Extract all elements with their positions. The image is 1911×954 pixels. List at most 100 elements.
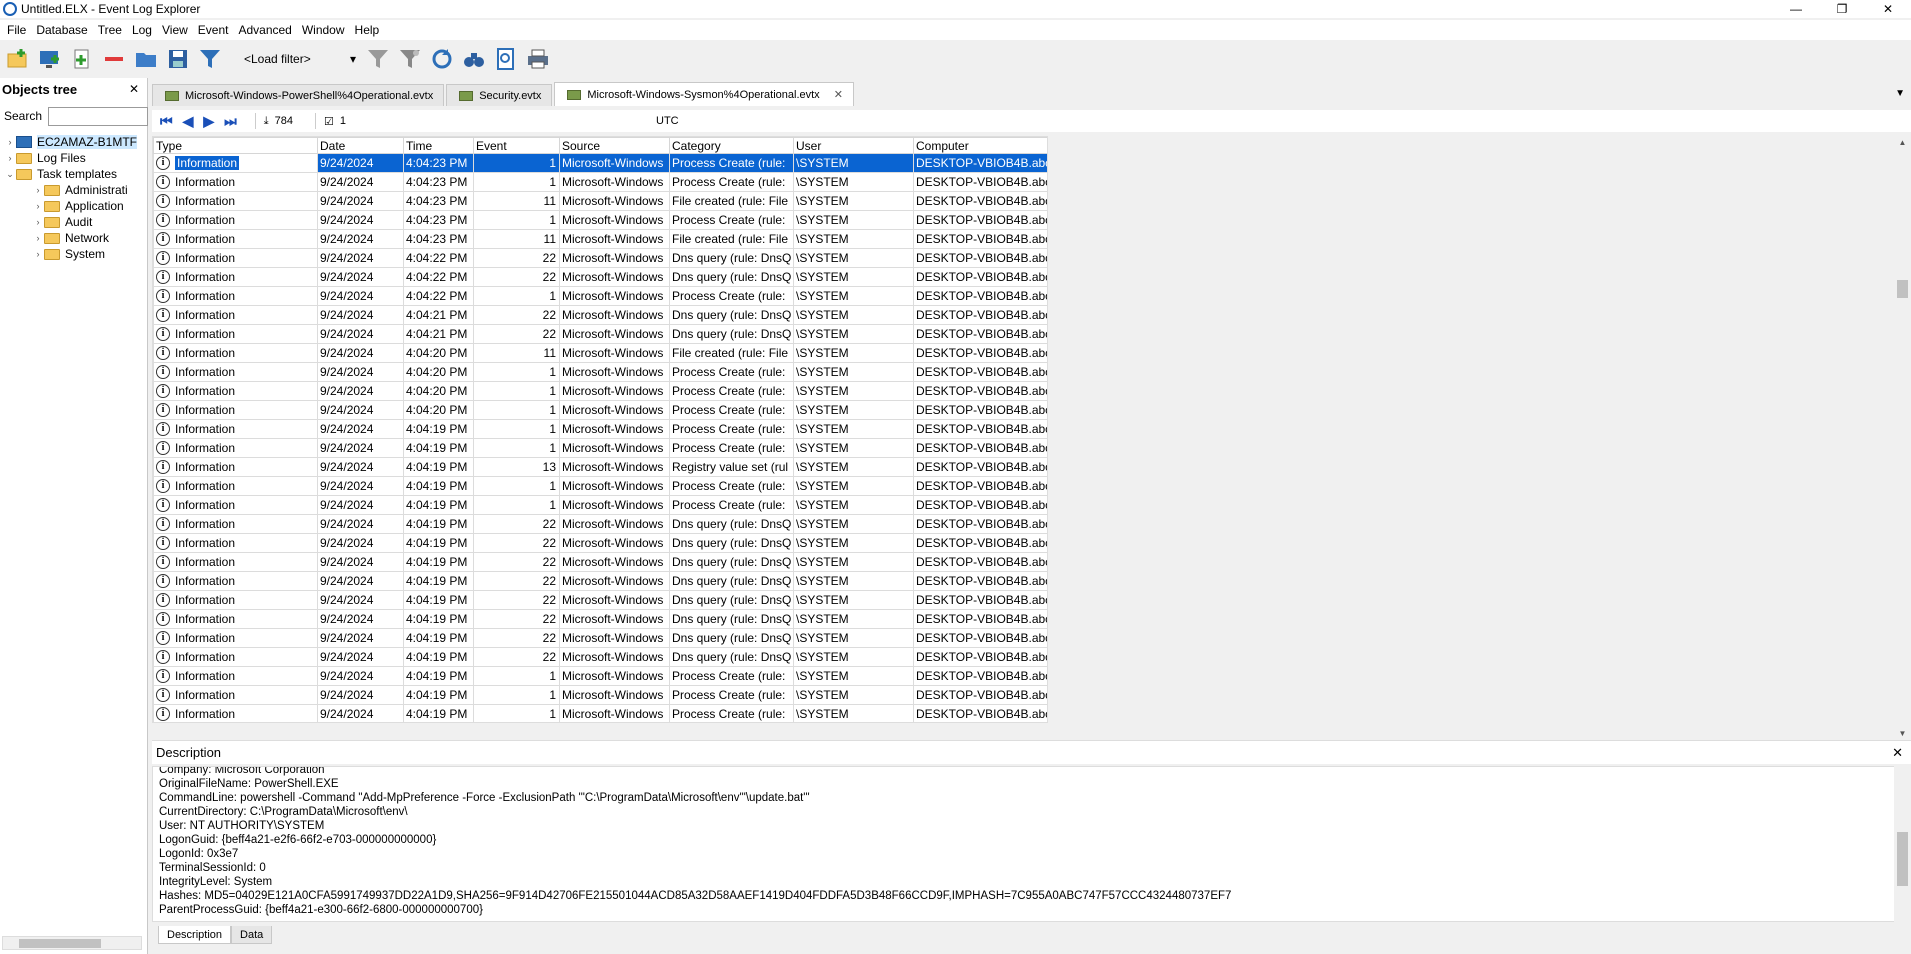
filter-clear-icon[interactable] bbox=[366, 47, 390, 71]
table-row[interactable]: i Information 9/24/2024 4:04:22 PM 22 Microso… bbox=[153, 267, 1047, 287]
expand-arrow-icon[interactable]: › bbox=[32, 233, 44, 243]
close-tab-icon[interactable]: ✕ bbox=[834, 88, 843, 101]
column-time[interactable]: Time bbox=[403, 137, 474, 154]
search-input[interactable] bbox=[48, 106, 149, 126]
tab-description[interactable]: Description bbox=[158, 926, 232, 944]
filter-icon[interactable] bbox=[198, 47, 222, 71]
column-computer[interactable]: Computer bbox=[913, 137, 1047, 154]
table-row[interactable]: i Information 9/24/2024 4:04:19 PM 22 Microso… bbox=[153, 628, 1047, 648]
print-icon[interactable] bbox=[526, 47, 550, 71]
open-folder-icon[interactable] bbox=[134, 47, 158, 71]
menu-help[interactable]: Help bbox=[350, 23, 385, 37]
tree-node-task-templates[interactable]: ⌄ Task templates bbox=[0, 166, 147, 182]
table-row[interactable]: i Information 9/24/2024 4:04:23 PM 11 Microso… bbox=[153, 229, 1047, 249]
menu-advanced[interactable]: Advanced bbox=[233, 23, 296, 37]
add-item-icon[interactable] bbox=[70, 47, 94, 71]
tab-security-log[interactable]: Security.evtx bbox=[446, 84, 553, 106]
add-computer-icon[interactable] bbox=[38, 47, 62, 71]
tree-node-network[interactable]: › Network bbox=[0, 230, 147, 246]
tree-node-log-files[interactable]: › Log Files bbox=[0, 150, 147, 166]
table-row[interactable]: i Information 9/24/2024 4:04:19 PM 22 Microso… bbox=[153, 609, 1047, 629]
filter-options-icon[interactable] bbox=[398, 47, 422, 71]
table-row[interactable]: i Information 9/24/2024 4:04:20 PM 1 Microsof… bbox=[153, 381, 1047, 401]
tree-node-audit[interactable]: › Audit bbox=[0, 214, 147, 230]
table-row[interactable]: i Information 9/24/2024 4:04:19 PM 22 Microso… bbox=[153, 571, 1047, 591]
column-category[interactable]: Category bbox=[669, 137, 794, 154]
cell-type: i Information bbox=[153, 400, 318, 420]
menu-view[interactable]: View bbox=[157, 23, 193, 37]
tree-horizontal-scrollbar[interactable] bbox=[2, 936, 142, 950]
grid-vertical-scrollbar[interactable]: ▲ ▼ bbox=[1894, 136, 1911, 740]
cell-user: \SYSTEM bbox=[793, 229, 914, 249]
binoculars-icon[interactable] bbox=[462, 47, 486, 71]
new-folder-icon[interactable] bbox=[6, 47, 30, 71]
table-row[interactable]: i Information 9/24/2024 4:04:19 PM 22 Microso… bbox=[153, 590, 1047, 610]
remove-icon[interactable] bbox=[102, 47, 126, 71]
column-source[interactable]: Source bbox=[559, 137, 670, 154]
table-row[interactable]: i Information 9/24/2024 4:04:19 PM 1 Microsof… bbox=[153, 666, 1047, 686]
close-window-button[interactable]: ✕ bbox=[1865, 0, 1911, 18]
tree-node-system[interactable]: › System bbox=[0, 246, 147, 262]
first-record-icon[interactable]: ⏮ bbox=[160, 113, 173, 130]
menu-file[interactable]: File bbox=[2, 23, 31, 37]
tree-node-computer[interactable]: › EC2AMAZ-B1MTF bbox=[0, 134, 147, 150]
table-row[interactable]: i Information 9/24/2024 4:04:23 PM 1 Microsof… bbox=[153, 210, 1047, 230]
menu-database[interactable]: Database bbox=[31, 23, 92, 37]
table-row[interactable]: i Information 9/24/2024 4:04:23 PM 11 Microso… bbox=[153, 191, 1047, 211]
table-row[interactable]: i Information 9/24/2024 4:04:23 PM 1 Microsof… bbox=[153, 172, 1047, 192]
table-row[interactable]: i Information 9/24/2024 4:04:22 PM 1 Microsof… bbox=[153, 286, 1047, 306]
column-user[interactable]: User bbox=[793, 137, 914, 154]
tree-node-administrative[interactable]: › Administrati bbox=[0, 182, 147, 198]
expand-arrow-icon[interactable]: › bbox=[4, 137, 16, 147]
table-row[interactable]: i Information 9/24/2024 4:04:20 PM 11 Microso… bbox=[153, 343, 1047, 363]
table-row[interactable]: i Information 9/24/2024 4:04:19 PM 22 Microso… bbox=[153, 552, 1047, 572]
table-row[interactable]: i Information 9/24/2024 4:04:19 PM 22 Microso… bbox=[153, 533, 1047, 553]
table-row[interactable]: i Information 9/24/2024 4:04:21 PM 22 Microso… bbox=[153, 305, 1047, 325]
table-row[interactable]: i Information 9/24/2024 4:04:20 PM 1 Microsof… bbox=[153, 400, 1047, 420]
cell-user: \SYSTEM bbox=[793, 514, 914, 534]
table-row[interactable]: i Information 9/24/2024 4:04:19 PM 1 Microsof… bbox=[153, 476, 1047, 496]
table-row[interactable]: i Information 9/24/2024 4:04:19 PM 13 Microso… bbox=[153, 457, 1047, 477]
minimize-button[interactable]: — bbox=[1773, 0, 1819, 18]
table-row[interactable]: i Information 9/24/2024 4:04:19 PM 1 Microsof… bbox=[153, 495, 1047, 515]
refresh-icon[interactable] bbox=[430, 47, 454, 71]
table-row[interactable]: i Information 9/24/2024 4:04:20 PM 1 Microsof… bbox=[153, 362, 1047, 382]
tab-powershell-log[interactable]: Microsoft-Windows-PowerShell%4Operationa… bbox=[152, 84, 445, 106]
save-icon[interactable] bbox=[166, 47, 190, 71]
table-row[interactable]: i Information 9/24/2024 4:04:21 PM 22 Microso… bbox=[153, 324, 1047, 344]
column-event[interactable]: Event bbox=[473, 137, 560, 154]
menu-log[interactable]: Log bbox=[127, 23, 157, 37]
close-icon[interactable]: ✕ bbox=[1892, 745, 1903, 761]
close-icon[interactable]: ✕ bbox=[129, 82, 139, 96]
collapse-arrow-icon[interactable]: ⌄ bbox=[4, 169, 16, 180]
table-row[interactable]: i Information 9/24/2024 4:04:19 PM 1 Microsof… bbox=[153, 419, 1047, 439]
tab-list-dropdown-icon[interactable]: ▼ bbox=[1895, 88, 1905, 99]
description-scrollbar[interactable] bbox=[1894, 766, 1911, 922]
column-type[interactable]: Type bbox=[153, 137, 318, 154]
expand-arrow-icon[interactable]: › bbox=[32, 185, 44, 195]
expand-arrow-icon[interactable]: › bbox=[4, 153, 16, 163]
last-record-icon[interactable]: ⏭ bbox=[224, 113, 237, 130]
expand-arrow-icon[interactable]: › bbox=[32, 249, 44, 259]
tree-node-application[interactable]: › Application bbox=[0, 198, 147, 214]
table-row[interactable]: i Information 9/24/2024 4:04:22 PM 22 Microso… bbox=[153, 248, 1047, 268]
table-row[interactable]: i Information 9/24/2024 4:04:19 PM 22 Microso… bbox=[153, 514, 1047, 534]
table-row[interactable]: i Information 9/24/2024 4:04:19 PM 1 Microsof… bbox=[153, 704, 1047, 722]
menu-window[interactable]: Window bbox=[297, 23, 350, 37]
table-row[interactable]: i Information 9/24/2024 4:04:23 PM 1 Microsof… bbox=[153, 153, 1047, 173]
find-in-document-icon[interactable] bbox=[494, 47, 518, 71]
table-row[interactable]: i Information 9/24/2024 4:04:19 PM 22 Microso… bbox=[153, 647, 1047, 667]
table-row[interactable]: i Information 9/24/2024 4:04:19 PM 1 Microsof… bbox=[153, 685, 1047, 705]
table-row[interactable]: i Information 9/24/2024 4:04:19 PM 1 Microsof… bbox=[153, 438, 1047, 458]
load-filter-dropdown[interactable]: <Load filter> ▾ bbox=[240, 48, 360, 70]
prev-record-icon[interactable]: ◀ bbox=[183, 113, 194, 130]
tab-data[interactable]: Data bbox=[231, 926, 273, 944]
next-record-icon[interactable]: ▶ bbox=[203, 113, 214, 130]
expand-arrow-icon[interactable]: › bbox=[32, 201, 44, 211]
menu-tree[interactable]: Tree bbox=[93, 23, 127, 37]
menu-event[interactable]: Event bbox=[193, 23, 234, 37]
column-date[interactable]: Date bbox=[317, 137, 404, 154]
restore-button[interactable]: ❐ bbox=[1819, 0, 1865, 18]
expand-arrow-icon[interactable]: › bbox=[32, 217, 44, 227]
tab-sysmon-log[interactable]: Microsoft-Windows-Sysmon%4Operational.ev… bbox=[554, 82, 854, 106]
